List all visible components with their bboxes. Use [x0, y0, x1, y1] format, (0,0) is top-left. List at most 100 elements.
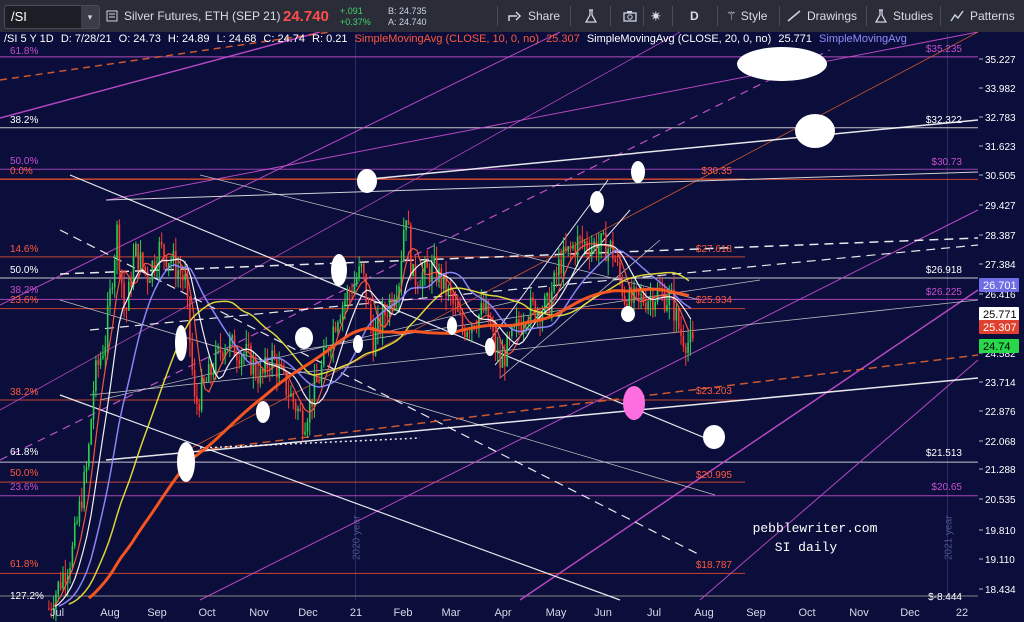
camera-icon[interactable]	[623, 0, 637, 32]
candle-body	[590, 247, 593, 256]
candle-body	[292, 393, 295, 403]
level-label: $35.235	[926, 44, 963, 55]
candle-body	[482, 303, 485, 311]
fib-label: 38.2%	[10, 115, 38, 126]
time-tick-label: Oct	[798, 607, 815, 619]
candle-body	[567, 246, 570, 252]
candle-body	[99, 357, 102, 366]
info-low: L: 24.68	[216, 33, 257, 45]
candle-body	[503, 353, 506, 367]
candle-body	[362, 263, 365, 274]
marker-ellipse	[590, 191, 604, 213]
level-label: $-8.444	[928, 592, 962, 603]
candle-body	[612, 240, 614, 259]
candle-body	[355, 278, 358, 284]
time-tick-label: Jul	[50, 607, 64, 619]
candle-body	[313, 376, 316, 407]
divider	[940, 6, 941, 26]
marker-ellipse	[623, 386, 645, 420]
level-label: $23.203	[696, 386, 733, 397]
candle-body	[440, 268, 443, 289]
level-label: $27.618	[696, 244, 733, 255]
patterns-label: Patterns	[970, 9, 1015, 23]
candle-body	[586, 241, 588, 250]
candle-body	[118, 224, 121, 271]
candle-body	[348, 290, 351, 292]
divider	[866, 6, 867, 26]
candle-body	[459, 311, 461, 315]
divider	[497, 6, 498, 26]
bid-price: B: 24.735	[388, 6, 427, 16]
candle-body	[353, 283, 356, 294]
candle-body	[182, 275, 184, 281]
divider	[643, 6, 644, 26]
marker-ellipse	[737, 47, 827, 81]
gear-icon[interactable]: ✷	[650, 0, 662, 32]
candle-body	[579, 236, 581, 238]
price-tick-label: 35.227	[985, 55, 1016, 66]
candle-body	[421, 272, 424, 288]
candle-body	[480, 303, 483, 315]
candle-body	[177, 270, 179, 278]
candle-body	[238, 360, 241, 365]
interval-button[interactable]: D	[690, 0, 699, 32]
flask-icon[interactable]	[585, 0, 597, 32]
candle-body	[602, 232, 605, 234]
info-close: C: 24.74	[263, 33, 305, 45]
candle-body	[85, 466, 88, 472]
candle-body	[102, 355, 104, 358]
candle-body	[184, 274, 186, 281]
candle-body	[290, 393, 292, 397]
candle-body	[595, 241, 598, 255]
candle-body	[456, 303, 459, 312]
info-sma10[interactable]: SimpleMovingAvg (CLOSE, 10, 0, no)	[355, 33, 539, 45]
candle-body	[210, 364, 212, 375]
info-sma-cut[interactable]: SimpleMovingAvg	[819, 33, 907, 45]
candle-body	[572, 246, 574, 249]
fib-label: 50.0%	[10, 468, 38, 479]
time-tick-label: May	[546, 607, 567, 619]
price-tick-label: 19.110	[985, 555, 1015, 566]
price-tick-label: 19.810	[985, 526, 1016, 537]
style-button[interactable]: ⚚ Style	[726, 0, 767, 32]
symbol-dropdown-icon[interactable]: ▾	[81, 6, 99, 28]
candle-body	[297, 408, 299, 412]
candle-body	[461, 314, 464, 330]
price-tick-label: 32.783	[985, 113, 1016, 124]
candle-body	[496, 350, 499, 353]
studies-button[interactable]: Studies	[875, 0, 933, 32]
fib-label: 23.6%	[10, 482, 38, 493]
candle-body	[212, 373, 215, 375]
fib-label: 23.6%	[10, 295, 38, 306]
candle-body	[341, 306, 344, 320]
drawings-button[interactable]: Drawings	[787, 0, 857, 32]
time-tick-label: Apr	[494, 607, 511, 619]
fib-label: 50.0%	[10, 265, 38, 276]
candle-body	[405, 220, 407, 231]
patterns-button[interactable]: Patterns	[950, 0, 1015, 32]
info-sma20[interactable]: SimpleMovingAvg (CLOSE, 20, 0, no)	[587, 33, 771, 45]
time-tick-label: Feb	[394, 607, 413, 619]
candle-body	[252, 359, 255, 375]
candle-body	[116, 224, 118, 261]
candle-body	[452, 293, 454, 304]
candle-body	[92, 391, 95, 420]
symbol-input[interactable]: /SI ▾	[4, 5, 100, 29]
candle-body	[174, 250, 177, 278]
share-button[interactable]: Share	[508, 0, 560, 32]
marker-ellipse	[703, 425, 725, 449]
candle-body	[236, 356, 238, 361]
candle-body	[492, 326, 494, 331]
price-chart[interactable]: 2020 year 2021 year 61.8%38.2%50.0%0.0%14…	[0, 32, 1024, 622]
candle-body	[468, 332, 471, 334]
symbol-info-icon[interactable]	[106, 0, 118, 32]
candle-body	[339, 319, 342, 323]
candle-body	[407, 220, 410, 225]
candle-body	[433, 256, 436, 264]
level-label: $18.787	[696, 560, 733, 571]
level-label: $26.225	[926, 287, 963, 298]
candle-body	[553, 272, 555, 292]
fib-label: 14.6%	[10, 244, 38, 255]
time-tick-label: 22	[956, 607, 968, 619]
candle-body	[111, 287, 114, 289]
